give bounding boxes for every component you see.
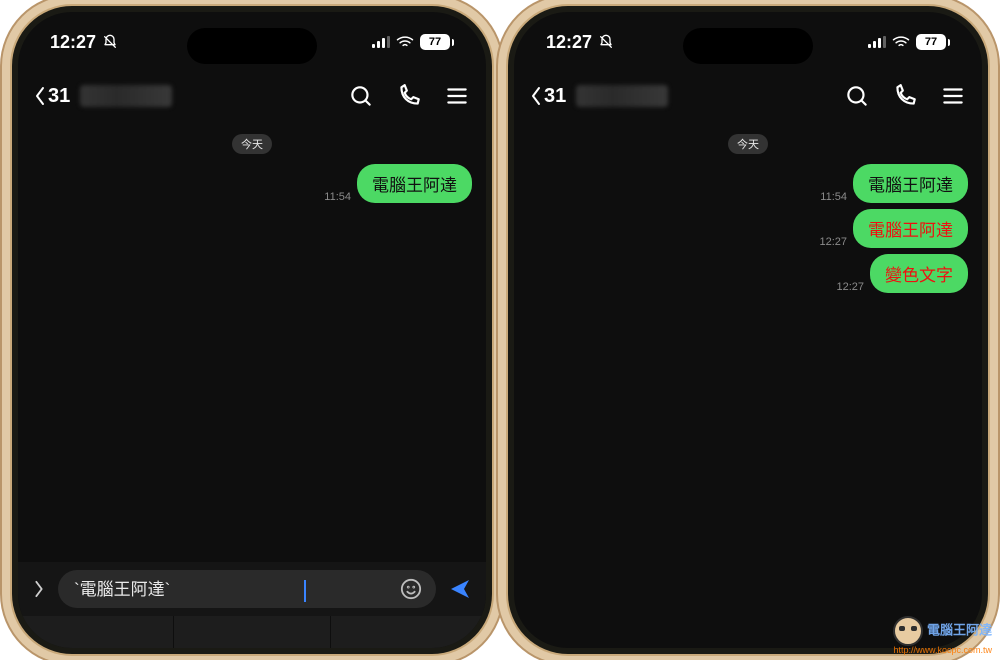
back-unread-count: 31	[544, 85, 566, 108]
phone-frame-left: 12:27 77 31	[12, 6, 492, 654]
watermark: 電腦王阿達 http://www.kocpc.com.tw	[893, 616, 992, 656]
battery-level: 77	[420, 34, 450, 50]
status-time: 12:27	[50, 32, 96, 53]
message-input[interactable]	[72, 576, 297, 598]
screen: 12:27 77 31	[18, 12, 486, 648]
back-button[interactable]: 31	[530, 85, 566, 108]
back-button[interactable]: 31	[34, 85, 70, 108]
chat-area[interactable]: 今天 11:54 電腦王阿達 12:27 電腦王阿達 12:27 變色文字	[514, 124, 982, 648]
call-icon[interactable]	[892, 83, 918, 109]
dynamic-island	[187, 28, 317, 64]
message-timestamp: 11:54	[820, 191, 847, 203]
watermark-brand: 電腦王阿達	[927, 623, 992, 638]
dnd-icon	[598, 34, 614, 50]
battery-level: 77	[916, 34, 946, 50]
message-row: 12:27 電腦王阿達	[528, 209, 968, 248]
date-divider: 今天	[728, 134, 768, 154]
status-time: 12:27	[546, 32, 592, 53]
cell-signal-icon	[868, 36, 886, 48]
screen: 12:27 77 31	[514, 12, 982, 648]
message-row: 11:54 電腦王阿達	[528, 164, 968, 203]
message-bubble[interactable]: 電腦王阿達	[853, 164, 968, 203]
text-caret	[304, 580, 306, 602]
watermark-avatar-icon	[893, 616, 923, 646]
dnd-icon	[102, 34, 118, 50]
menu-icon[interactable]	[940, 83, 966, 109]
menu-icon[interactable]	[444, 83, 470, 109]
message-bubble[interactable]: 電腦王阿達	[853, 209, 968, 248]
battery-indicator: 77	[916, 34, 950, 50]
chevron-left-icon	[34, 86, 46, 106]
message-row: 11:54 電腦王阿達	[32, 164, 472, 203]
expand-compose-icon[interactable]	[30, 580, 48, 598]
chat-nav-bar: 31	[514, 74, 982, 118]
date-divider: 今天	[232, 134, 272, 154]
message-bubble[interactable]: 電腦王阿達	[357, 164, 472, 203]
search-icon[interactable]	[844, 83, 870, 109]
chat-title-redacted	[80, 85, 172, 107]
back-unread-count: 31	[48, 85, 70, 108]
wifi-icon	[396, 35, 414, 49]
wifi-icon	[892, 35, 910, 49]
message-list-left: 11:54 電腦王阿達	[32, 164, 472, 203]
send-button[interactable]	[446, 577, 474, 601]
search-icon[interactable]	[348, 83, 374, 109]
keyboard-suggestion-bar[interactable]	[18, 616, 486, 648]
chat-title-redacted	[576, 85, 668, 107]
chat-nav-bar: 31	[18, 74, 486, 118]
message-timestamp: 11:54	[324, 191, 351, 203]
cell-signal-icon	[372, 36, 390, 48]
chevron-left-icon	[530, 86, 542, 106]
call-icon[interactable]	[396, 83, 422, 109]
emoji-icon[interactable]	[400, 578, 422, 600]
message-input-wrapper[interactable]	[58, 570, 436, 608]
watermark-url: http://www.kocpc.com.tw	[893, 646, 992, 656]
message-timestamp: 12:27	[836, 281, 864, 293]
message-bubble[interactable]: 變色文字	[870, 254, 968, 293]
compose-bar	[18, 562, 486, 616]
dynamic-island	[683, 28, 813, 64]
phone-frame-right: 12:27 77 31	[508, 6, 988, 654]
battery-indicator: 77	[420, 34, 454, 50]
message-list-right: 11:54 電腦王阿達 12:27 電腦王阿達 12:27 變色文字	[528, 164, 968, 293]
message-timestamp: 12:27	[819, 236, 847, 248]
message-row: 12:27 變色文字	[528, 254, 968, 293]
